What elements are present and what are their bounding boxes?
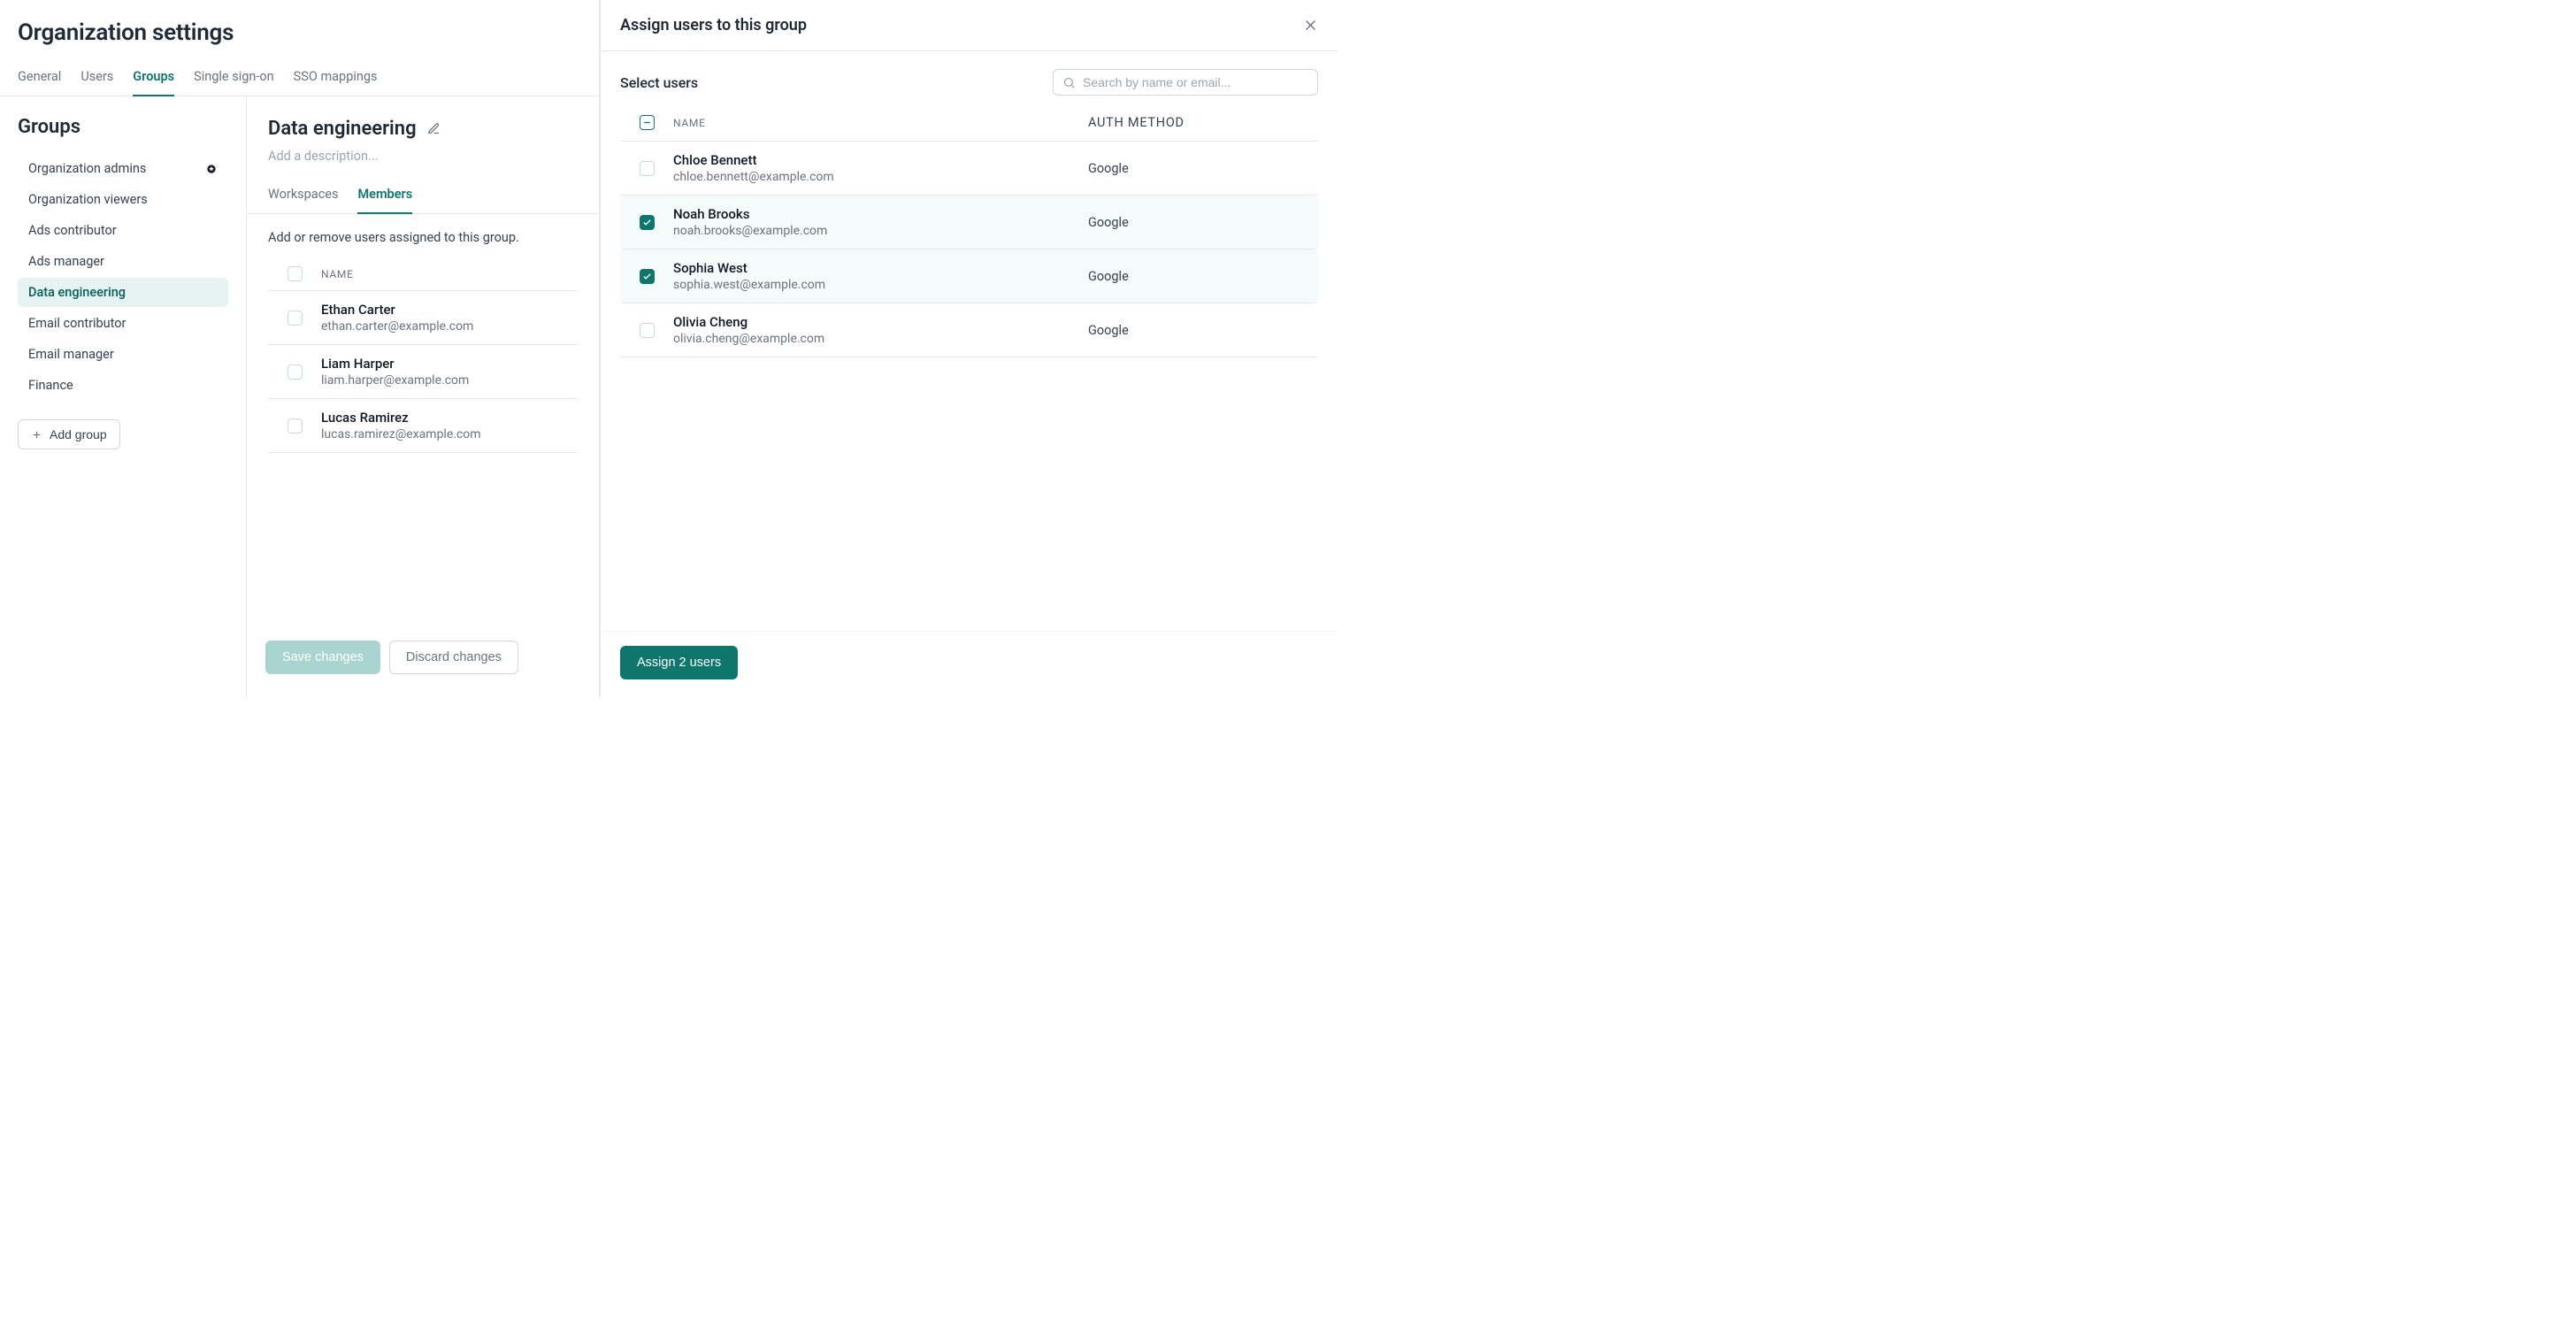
assign-user-checkbox[interactable]	[640, 323, 655, 338]
assign-user-email: sophia.west@example.com	[673, 278, 1088, 292]
member-checkbox[interactable]	[288, 365, 303, 380]
member-name: Liam Harper	[321, 356, 578, 372]
member-email: liam.harper@example.com	[321, 373, 578, 388]
detail-subtabs: Workspaces Members	[247, 180, 599, 214]
member-email: lucas.ramirez@example.com	[321, 427, 578, 441]
assign-user-row[interactable]: Chloe Bennett chloe.bennett@example.comGo…	[620, 142, 1318, 196]
assign-user-row[interactable]: Olivia Cheng olivia.cheng@example.comGoog…	[620, 303, 1318, 357]
sidebar-item-label: Organization admins	[28, 161, 146, 176]
sidebar-item-label: Email manager	[28, 347, 114, 362]
assign-user-email: chloe.bennett@example.com	[673, 170, 1088, 184]
sidebar-item-organization-admins[interactable]: Organization admins	[18, 154, 228, 183]
sidebar-item-label: Organization viewers	[28, 192, 148, 207]
sidebar-item-ads-contributor[interactable]: Ads contributor	[18, 216, 228, 245]
sidebar-item-data-engineering[interactable]: Data engineering	[18, 278, 228, 307]
search-icon	[1062, 76, 1076, 89]
discard-changes-button[interactable]: Discard changes	[389, 641, 518, 674]
member-row: Ethan Carterethan.carter@example.com	[268, 291, 578, 345]
assign-users-drawer: Assign users to this group Select users …	[600, 0, 1338, 697]
assign-col-auth: AUTH METHOD	[1088, 115, 1318, 130]
primary-tabs: General Users Groups Single sign-on SSO mapp…	[0, 62, 599, 96]
member-name: Ethan Carter	[321, 302, 578, 318]
close-icon[interactable]	[1303, 18, 1318, 33]
sidebar-item-email-contributor[interactable]: Email contributor	[18, 309, 228, 338]
user-search-field[interactable]	[1053, 69, 1318, 96]
assign-select-all-checkbox[interactable]	[640, 115, 655, 130]
assign-user-email: noah.brooks@example.com	[673, 224, 1088, 238]
assign-user-name: Sophia West	[673, 260, 1088, 276]
subtab-members[interactable]: Members	[357, 180, 412, 214]
tab-sso-mappings[interactable]: SSO mappings	[294, 62, 378, 96]
select-users-label: Select users	[620, 74, 698, 91]
save-changes-button[interactable]: Save changes	[265, 641, 380, 674]
assign-user-name: Olivia Cheng	[673, 314, 1088, 330]
edit-icon[interactable]	[427, 122, 441, 135]
group-detail: Data engineering Add a description... Wo…	[247, 96, 599, 697]
assign-user-auth: Google	[1088, 323, 1318, 338]
group-title: Data engineering	[268, 118, 417, 140]
tab-groups[interactable]: Groups	[133, 62, 174, 96]
members-select-all-checkbox[interactable]	[288, 266, 303, 281]
sidebar-item-label: Email contributor	[28, 316, 126, 331]
add-group-label: Add group	[50, 427, 107, 441]
detail-footer: Save changes Discard changes	[265, 628, 518, 687]
tab-general[interactable]: General	[18, 62, 61, 96]
member-row: Liam Harperliam.harper@example.com	[268, 345, 578, 399]
assign-users-button[interactable]: Assign 2 users	[620, 646, 738, 679]
plus-icon	[31, 429, 42, 441]
sidebar-item-label: Ads contributor	[28, 223, 117, 238]
page-title: Organization settings	[0, 0, 599, 62]
members-col-name: NAME	[321, 268, 578, 280]
sidebar-heading: Groups	[18, 116, 228, 138]
assign-user-checkbox[interactable]	[640, 215, 655, 230]
tab-single-sign-on[interactable]: Single sign-on	[194, 62, 274, 96]
assign-user-auth: Google	[1088, 161, 1318, 176]
member-email: ethan.carter@example.com	[321, 319, 578, 334]
sidebar-item-label: Finance	[28, 378, 73, 393]
assign-user-name: Chloe Bennett	[673, 152, 1088, 168]
sidebar-item-label: Ads manager	[28, 254, 104, 269]
user-search-input[interactable]	[1083, 75, 1308, 89]
group-description-placeholder[interactable]: Add a description...	[247, 140, 599, 180]
member-checkbox[interactable]	[288, 418, 303, 434]
groups-sidebar: Groups Organization admins Organization v…	[0, 96, 247, 697]
subtab-workspaces[interactable]: Workspaces	[268, 180, 338, 214]
members-table: NAME Ethan Carterethan.carter@example.co…	[247, 257, 599, 453]
member-checkbox[interactable]	[288, 311, 303, 326]
drawer-title: Assign users to this group	[620, 16, 807, 35]
sidebar-item-label: Data engineering	[28, 285, 126, 300]
assign-user-row[interactable]: Noah Brooks noah.brooks@example.comGoogle	[620, 196, 1318, 249]
badge-icon	[205, 163, 218, 175]
add-group-button[interactable]: Add group	[18, 419, 120, 449]
assign-user-name: Noah Brooks	[673, 206, 1088, 222]
sidebar-item-organization-viewers[interactable]: Organization viewers	[18, 185, 228, 214]
assign-user-checkbox[interactable]	[640, 161, 655, 176]
sidebar-item-email-manager[interactable]: Email manager	[18, 340, 228, 369]
sidebar-item-ads-manager[interactable]: Ads manager	[18, 247, 228, 276]
assign-users-table: NAME AUTH METHOD Chloe Bennett chloe.benn…	[601, 104, 1338, 357]
tab-users[interactable]: Users	[80, 62, 113, 96]
assign-col-name: NAME	[673, 117, 1088, 129]
assign-user-row[interactable]: Sophia West sophia.west@example.comGoogle	[620, 249, 1318, 303]
assign-user-auth: Google	[1088, 215, 1318, 230]
members-hint: Add or remove users assigned to this gro…	[247, 214, 599, 257]
assign-user-checkbox[interactable]	[640, 269, 655, 284]
assign-user-email: olivia.cheng@example.com	[673, 332, 1088, 346]
member-row: Lucas Ramirezlucas.ramirez@example.com	[268, 399, 578, 453]
sidebar-item-finance[interactable]: Finance	[18, 371, 228, 400]
assign-user-auth: Google	[1088, 269, 1318, 284]
member-name: Lucas Ramirez	[321, 410, 578, 426]
